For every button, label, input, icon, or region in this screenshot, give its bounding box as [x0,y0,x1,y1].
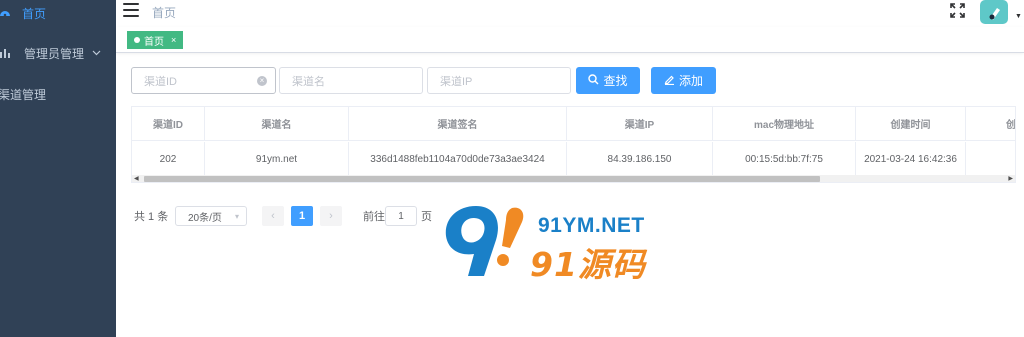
column-header: 渠道IP [567,107,713,140]
watermark-text-cn: 91源码 [530,245,646,284]
channel-name-placeholder: 渠道名 [292,75,325,88]
dashboard-icon [0,6,12,20]
sidebar-item-label: 管理员管理 [24,46,85,61]
scroll-left-icon[interactable]: ◀ [134,175,139,182]
goto-suffix: 页 [421,211,432,223]
caret-down-icon[interactable]: ▼ [1015,13,1022,20]
clear-icon[interactable]: × [257,76,267,86]
horizontal-scrollbar[interactable]: ◀ ▶ [132,175,1015,182]
cell-channel-ip: 84.39.186.150 [567,142,713,176]
sidebar-item-label: 首页 [22,6,47,21]
add-button-label: 添加 [678,74,703,88]
chevron-down-icon [92,48,101,59]
column-header: 创建时间 [856,107,966,140]
channel-name-input[interactable]: 渠道名 [279,67,423,94]
table-row[interactable]: 202 91ym.net 336d1488feb1104a70d0de73a3a… [132,142,1015,176]
sidebar-item-admin-management[interactable]: 管理员管理 [0,33,116,73]
column-header: 渠道名 [205,107,349,140]
avatar[interactable] [980,0,1008,24]
sidebar: 首页 管理员管理 渠道管理 [0,0,116,337]
column-header: 创 [966,107,1015,140]
cell-overflow [966,142,1015,176]
close-icon[interactable]: × [171,35,176,45]
bar-chart-icon [0,46,12,60]
column-header: mac物理地址 [713,107,856,140]
chevron-down-icon: ▾ [234,212,239,221]
page-size-select[interactable]: 20条/页 ▾ [175,206,247,226]
cell-created-time: 2021-03-24 16:42:36 [856,142,966,176]
channel-id-input[interactable]: 渠道ID × [131,67,276,94]
search-icon [588,73,599,88]
page-size-value: 20条/页 [188,212,222,224]
sidebar-item-label: 渠道管理 [0,87,47,102]
cell-mac-address: 00:15:5d:bb:7f:75 [713,142,856,176]
tags-view: 首页 × [116,27,1024,53]
edit-icon [664,74,675,88]
add-button[interactable]: 添加 [651,67,716,94]
channel-ip-input[interactable]: 渠道IP [427,67,571,94]
hamburger-menu-icon[interactable] [123,3,139,17]
breadcrumb[interactable]: 首页 [152,4,176,21]
channel-ip-placeholder: 渠道IP [440,75,473,88]
channel-id-placeholder: 渠道ID [144,75,177,88]
column-header: 渠道ID [132,107,205,140]
search-button-label: 查找 [603,74,628,88]
pagination-total: 共 1 条 [134,211,169,223]
active-dot-icon [134,37,140,43]
cell-channel-signature: 336d1488feb1104a70d0de73a3ae3424 [349,142,567,176]
sidebar-item-channel-management[interactable]: 渠道管理 [0,74,116,114]
prev-page-button[interactable]: ‹ [262,206,284,226]
channel-table: 渠道ID 渠道名 渠道签名 渠道IP mac物理地址 创建时间 创 202 91… [131,106,1016,183]
fullscreen-icon[interactable] [950,3,965,18]
search-button[interactable]: 查找 [576,67,640,94]
next-page-button[interactable]: › [320,206,342,226]
column-header: 渠道签名 [349,107,567,140]
tag-home[interactable]: 首页 × [127,31,184,49]
navbar: 首页 ▼ [116,0,1024,27]
sidebar-item-home[interactable]: 首页 [0,0,116,33]
watermark-text-en: 91YM.NET [538,214,645,237]
goto-page-input[interactable]: 1 [385,206,417,226]
cell-channel-name: 91ym.net [205,142,349,176]
goto-label: 前往 [363,211,385,223]
tag-label: 首页 [144,36,164,48]
page-number-current[interactable]: 1 [291,206,313,226]
table-header-row: 渠道ID 渠道名 渠道签名 渠道IP mac物理地址 创建时间 创 [132,107,1015,141]
cell-channel-id: 202 [132,142,205,176]
scroll-right-icon[interactable]: ▶ [1008,175,1013,182]
scrollbar-thumb[interactable] [144,176,820,182]
